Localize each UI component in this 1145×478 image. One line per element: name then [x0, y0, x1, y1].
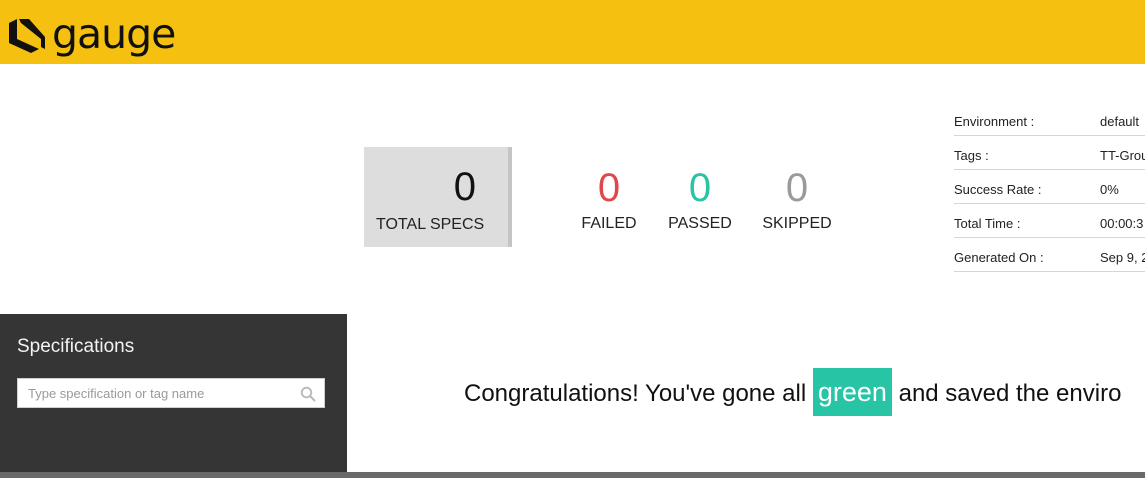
meta-key: Success Rate :: [954, 182, 1042, 197]
meta-key: Environment :: [954, 114, 1035, 129]
search-icon[interactable]: [300, 386, 316, 402]
meta-row-tags: Tags : TT-Grou: [954, 136, 1145, 170]
spec-search-box[interactable]: [17, 378, 325, 408]
header-bar: gauge: [0, 0, 1145, 64]
message-suffix: and saved the enviro: [898, 380, 1122, 407]
meta-row-success-rate: Success Rate : 0%: [954, 170, 1145, 204]
failed-label: FAILED: [581, 215, 637, 232]
specifications-sidebar: Specifications: [0, 314, 347, 472]
meta-row-total-time: Total Time : 00:00:3: [954, 204, 1145, 238]
meta-value: Sep 9, 2: [1100, 250, 1145, 265]
skipped-stat[interactable]: 0 SKIPPED: [747, 166, 847, 233]
meta-key: Tags :: [954, 148, 989, 163]
logo-text[interactable]: gauge: [52, 10, 176, 58]
meta-value: 00:00:3: [1100, 216, 1144, 231]
meta-value: default: [1100, 114, 1140, 129]
message-prefix: Congratulations! You've gone all: [464, 380, 807, 407]
failed-count: 0: [597, 166, 621, 210]
passed-label: PASSED: [668, 215, 732, 232]
meta-value: 0%: [1100, 182, 1119, 197]
report-meta-table: Environment : default Tags : TT-Grou Suc…: [954, 102, 1145, 272]
meta-key: Total Time :: [954, 216, 1021, 231]
congratulations-message: Congratulations! You've gone all green a…: [464, 368, 1121, 418]
failed-stat[interactable]: 0 FAILED: [559, 166, 659, 233]
passed-stat[interactable]: 0 PASSED: [650, 166, 750, 233]
meta-row-generated-on: Generated On : Sep 9, 2: [954, 238, 1145, 272]
meta-key: Generated On :: [954, 250, 1044, 265]
passed-count: 0: [688, 166, 712, 210]
meta-value: TT-Grou: [1100, 148, 1145, 163]
spec-search-input[interactable]: [18, 379, 298, 407]
skipped-label: SKIPPED: [762, 215, 832, 232]
total-specs-label: TOTAL SPECS: [376, 216, 485, 233]
message-highlight: green: [812, 368, 892, 416]
bottom-bar: [0, 472, 1145, 478]
total-specs-count: 0: [453, 165, 476, 209]
meta-row-environment: Environment : default: [954, 102, 1145, 136]
skipped-count: 0: [785, 166, 809, 210]
total-specs-card: 0 TOTAL SPECS: [364, 147, 512, 247]
sidebar-title: Specifications: [17, 336, 135, 357]
gauge-logo-icon[interactable]: [7, 17, 47, 55]
